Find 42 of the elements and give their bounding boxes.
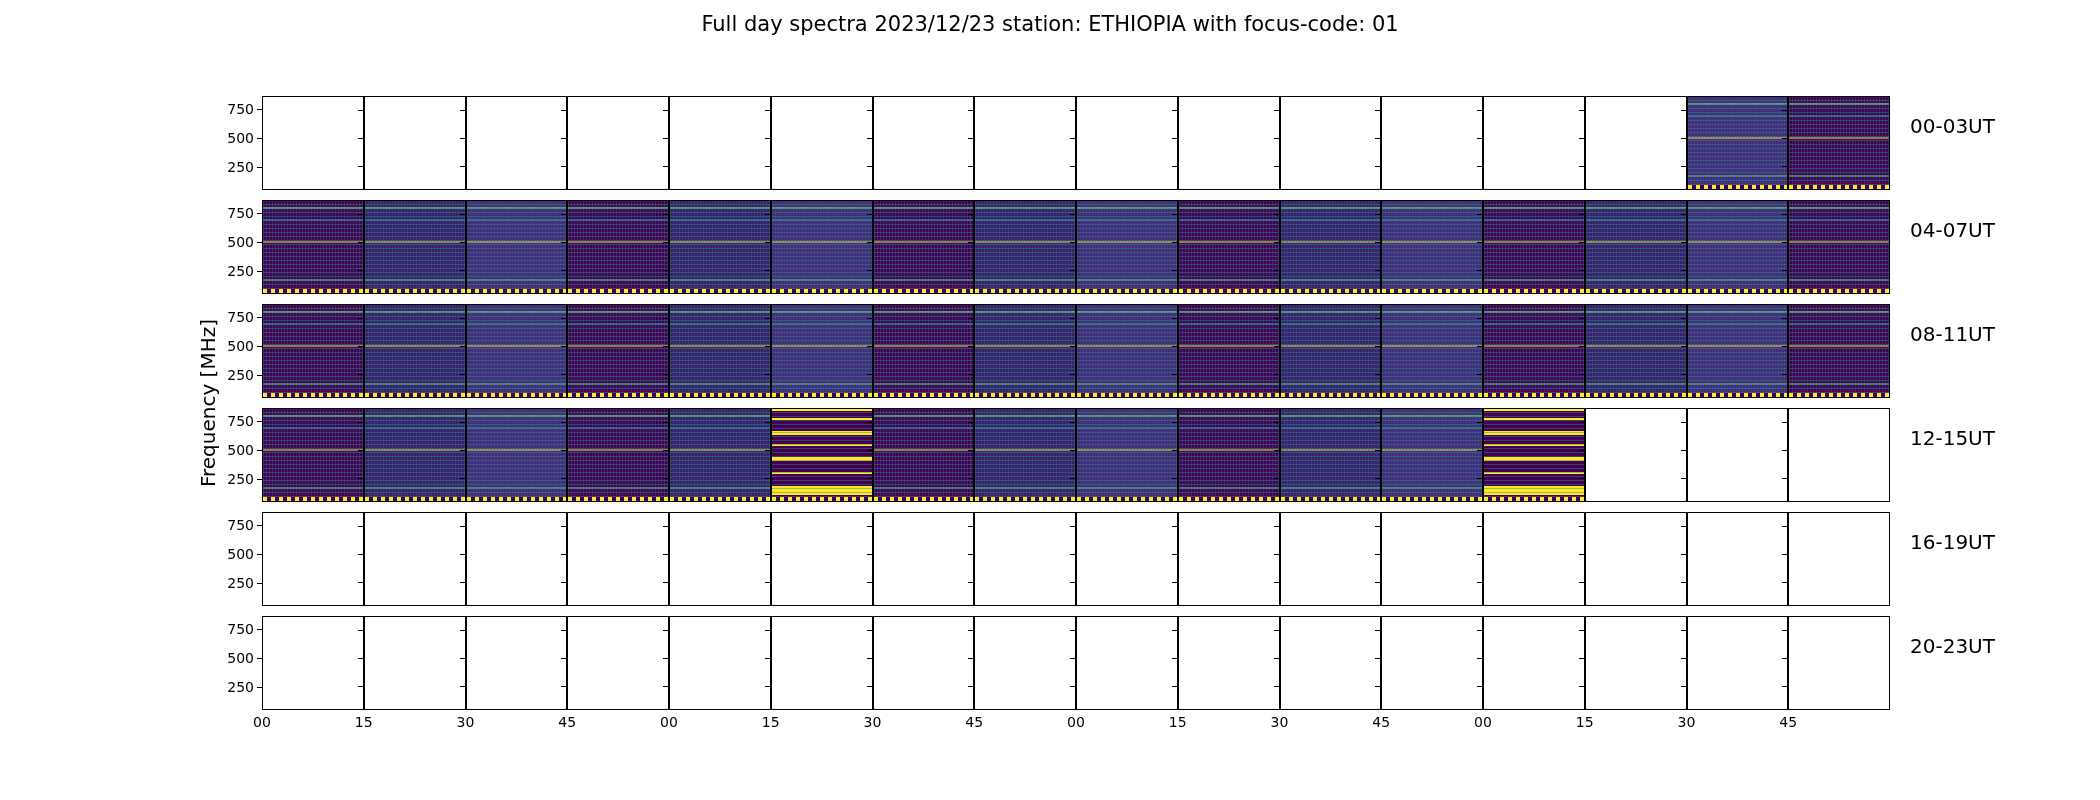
- axis-tick-label: 45: [558, 714, 577, 730]
- axis-tick-label: 250: [227, 159, 254, 174]
- axis-tick-label: 00: [253, 714, 271, 730]
- axis-tick-label: 500: [227, 650, 254, 665]
- axis-tick-label: 00: [1474, 714, 1492, 730]
- axis-tick-label: 15: [1168, 714, 1187, 730]
- axis-tick-label: 500: [227, 130, 254, 145]
- axis-tick-label: 250: [227, 575, 254, 590]
- axis-tick-label: 30: [1677, 714, 1696, 730]
- axis-tick-label: 500: [227, 546, 254, 561]
- axis-tick-label: 45: [1779, 714, 1798, 730]
- axis-tick-label: 15: [354, 714, 373, 730]
- axis-tick-label: 250: [227, 263, 254, 278]
- axis-tick-label: 500: [227, 234, 254, 249]
- axis-tick-label: 45: [965, 714, 984, 730]
- axis-tick-label: 750: [227, 622, 254, 637]
- axis-tick-label: 250: [227, 367, 254, 382]
- axis-tick-label: 750: [227, 518, 254, 533]
- time-range-label: 08-11UT: [1909, 321, 1996, 348]
- axis-tick-label: 750: [227, 206, 254, 221]
- axis-tick-label: 750: [227, 102, 254, 117]
- axis-tick-label: 00: [1067, 714, 1085, 730]
- axis-tick-label: 15: [1575, 714, 1594, 730]
- time-range-label: 16-19UT: [1909, 529, 1996, 556]
- axis-tick-label: 30: [1270, 714, 1289, 730]
- axis-tick-label: 30: [456, 714, 475, 730]
- time-range-label: 12-15UT: [1909, 425, 1996, 452]
- chart-title: Full day spectra 2023/12/23 station: ETHIOPIA with focus-code: 01: [700, 11, 1400, 38]
- axis-label: Frequency [MHz]: [196, 318, 220, 488]
- axis-tick-label: 500: [227, 338, 254, 353]
- axis-tick-label: 250: [227, 471, 254, 486]
- axis-tick-label: 250: [227, 679, 254, 694]
- axis-tick-label: 45: [1372, 714, 1391, 730]
- axis-tick-label: 30: [863, 714, 882, 730]
- axis-tick-label: 750: [227, 414, 254, 429]
- axis-tick-label: 15: [761, 714, 780, 730]
- time-range-label: 20-23UT: [1909, 633, 1996, 660]
- time-range-label: 04-07UT: [1909, 217, 1996, 244]
- time-range-label: 00-03UT: [1909, 113, 1996, 140]
- axis-tick-label: 00: [660, 714, 678, 730]
- axis-tick-label: 750: [227, 310, 254, 325]
- axis-tick-label: 500: [227, 442, 254, 457]
